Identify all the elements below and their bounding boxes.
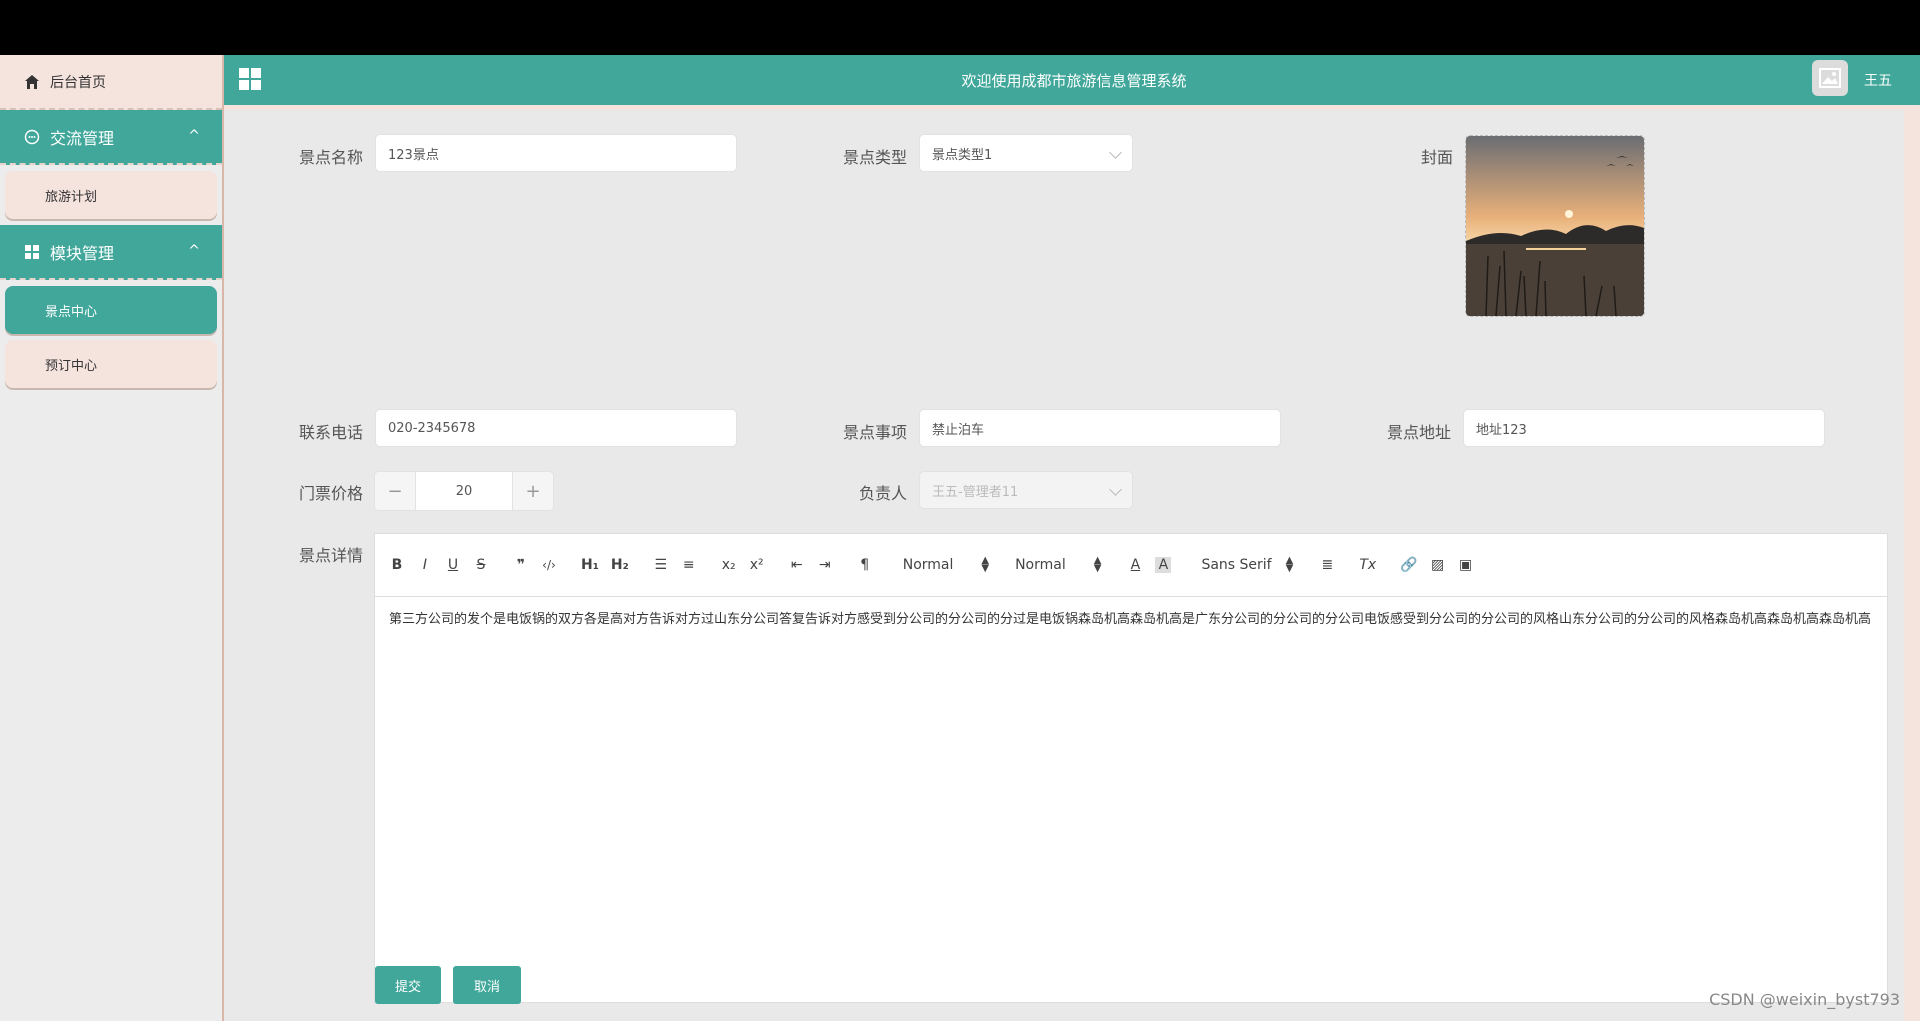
sidebar-item-label: 景点中心 xyxy=(45,304,98,320)
chevron-down-icon xyxy=(1109,483,1122,496)
chevron-down-icon xyxy=(1109,146,1122,159)
image-icon xyxy=(1819,68,1841,88)
rich-text-editor: B I U S ❞ ‹/› H₁ H₂ ☰ ≡ x₂ x² ⇤ ⇥ ¶ Norm… xyxy=(374,533,1888,1003)
updown-icon: ▲ ▼ xyxy=(981,555,990,574)
top-header: 欢迎使用成都市旅游信息管理系统 王五 xyxy=(224,55,1920,105)
bold-icon[interactable]: B xyxy=(389,557,405,573)
sidebar-group-label: 交流管理 xyxy=(50,128,115,148)
sidebar-group-modules[interactable]: 模块管理 ^ xyxy=(0,225,222,280)
link-icon[interactable]: 🔗 xyxy=(1400,557,1417,573)
manager-label: 负责人 xyxy=(858,484,907,503)
sidebar-item-label: 预订中心 xyxy=(45,358,98,374)
video-icon[interactable]: ▣ xyxy=(1458,557,1474,573)
font-select[interactable]: Sans Serif ▲ ▼ xyxy=(1201,555,1294,574)
address-label: 景点地址 xyxy=(1386,423,1451,442)
cover-image-upload[interactable] xyxy=(1465,135,1645,317)
sidebar-item-booking-center[interactable]: 预订中心 xyxy=(5,340,217,388)
right-border xyxy=(1904,110,1920,1021)
address-input[interactable]: 地址123 xyxy=(1463,409,1825,447)
submit-button[interactable]: 提交 xyxy=(375,966,441,1004)
subscript-icon[interactable]: x₂ xyxy=(721,557,737,573)
sidebar-group-communication[interactable]: 交流管理 ^ xyxy=(0,110,222,165)
decrement-button[interactable]: − xyxy=(375,472,415,510)
outdent-icon[interactable]: ⇤ xyxy=(789,557,805,573)
header-select[interactable]: Normal ▲ ▼ xyxy=(902,555,990,574)
price-stepper[interactable]: − 20 + xyxy=(374,471,554,511)
indent-icon[interactable]: ⇥ xyxy=(817,557,833,573)
username[interactable]: 王五 xyxy=(1864,70,1892,90)
header-divider xyxy=(224,105,1920,110)
updown-icon: ▲ ▼ xyxy=(1093,555,1102,574)
sidebar-item-travel-plan[interactable]: 旅游计划 xyxy=(5,171,217,219)
align-icon[interactable]: ≣ xyxy=(1319,557,1335,573)
editor-content[interactable]: 第三方公司的发个是电饭锅的双方各是高对方告诉对方过山东分公司答复告诉对方感受到分… xyxy=(375,597,1887,643)
name-label: 景点名称 xyxy=(298,148,363,167)
price-label: 门票价格 xyxy=(298,484,363,503)
sidebar-item-label: 旅游计划 xyxy=(45,189,98,205)
superscript-icon[interactable]: x² xyxy=(749,557,765,573)
type-select[interactable]: 景点类型1 xyxy=(919,134,1133,172)
ordered-list-icon[interactable]: ☰ xyxy=(653,557,669,573)
cover-label: 封面 xyxy=(1420,148,1453,167)
watermark: CSDN @weixin_byst793 xyxy=(1709,990,1900,1009)
header2-icon[interactable]: H₂ xyxy=(611,557,629,573)
notice-label: 景点事项 xyxy=(842,423,907,442)
grid-icon xyxy=(25,244,39,259)
manager-select: 王五-管理者11 xyxy=(919,471,1133,509)
page-title: 欢迎使用成都市旅游信息管理系统 xyxy=(961,72,1187,90)
text-direction-icon[interactable]: ¶ xyxy=(857,557,873,573)
home-icon xyxy=(25,74,39,89)
detail-label: 景点详情 xyxy=(298,546,363,565)
notice-input[interactable]: 禁止泊车 xyxy=(919,409,1281,447)
header-select-value: Normal xyxy=(902,557,954,573)
size-select-value: Normal xyxy=(1015,557,1066,573)
image-icon[interactable]: ▨ xyxy=(1430,557,1446,573)
name-input[interactable]: 123景点 xyxy=(375,134,737,172)
sidebar-group-label: 模块管理 xyxy=(50,243,115,263)
sidebar: 后台首页 交流管理 ^ 旅游计划 模块管理 ^ 景点中心 预订中心 xyxy=(0,55,224,1021)
clear-format-icon[interactable]: Tx xyxy=(1359,557,1376,573)
chevron-up-icon: ^ xyxy=(188,128,200,144)
manager-select-value: 王五-管理者11 xyxy=(932,484,1019,500)
chat-icon xyxy=(24,129,40,144)
app: 后台首页 交流管理 ^ 旅游计划 模块管理 ^ 景点中心 预订中心 欢迎使用成都… xyxy=(0,55,1920,1021)
avatar[interactable] xyxy=(1812,60,1848,96)
bullet-list-icon[interactable]: ≡ xyxy=(681,557,697,573)
type-label: 景点类型 xyxy=(842,148,907,167)
phone-label: 联系电话 xyxy=(298,423,363,442)
sidebar-item-scenic-center[interactable]: 景点中心 xyxy=(5,286,217,334)
font-color-icon[interactable]: A xyxy=(1127,557,1143,573)
price-value[interactable]: 20 xyxy=(415,472,513,510)
background-color-icon[interactable]: A xyxy=(1155,557,1172,573)
type-select-value: 景点类型1 xyxy=(932,147,993,163)
blockquote-icon[interactable]: ❞ xyxy=(513,557,529,573)
cover-image xyxy=(1466,136,1644,316)
editor-toolbar: B I U S ❞ ‹/› H₁ H₂ ☰ ≡ x₂ x² ⇤ ⇥ ¶ Norm… xyxy=(375,534,1887,597)
phone-input[interactable]: 020-2345678 xyxy=(375,409,737,447)
sidebar-item-home[interactable]: 后台首页 xyxy=(0,55,222,110)
strike-icon[interactable]: S xyxy=(473,557,489,573)
header1-icon[interactable]: H₁ xyxy=(581,557,599,573)
size-select[interactable]: Normal ▲ ▼ xyxy=(1015,555,1102,574)
italic-icon[interactable]: I xyxy=(417,557,433,573)
code-icon[interactable]: ‹/› xyxy=(541,558,557,572)
underline-icon[interactable]: U xyxy=(445,557,461,573)
increment-button[interactable]: + xyxy=(513,472,553,510)
cancel-button[interactable]: 取消 xyxy=(453,966,521,1004)
sidebar-item-label: 后台首页 xyxy=(50,74,106,91)
chevron-up-icon: ^ xyxy=(188,243,200,259)
updown-icon: ▲ ▼ xyxy=(1285,555,1294,574)
font-select-value: Sans Serif xyxy=(1201,557,1272,573)
